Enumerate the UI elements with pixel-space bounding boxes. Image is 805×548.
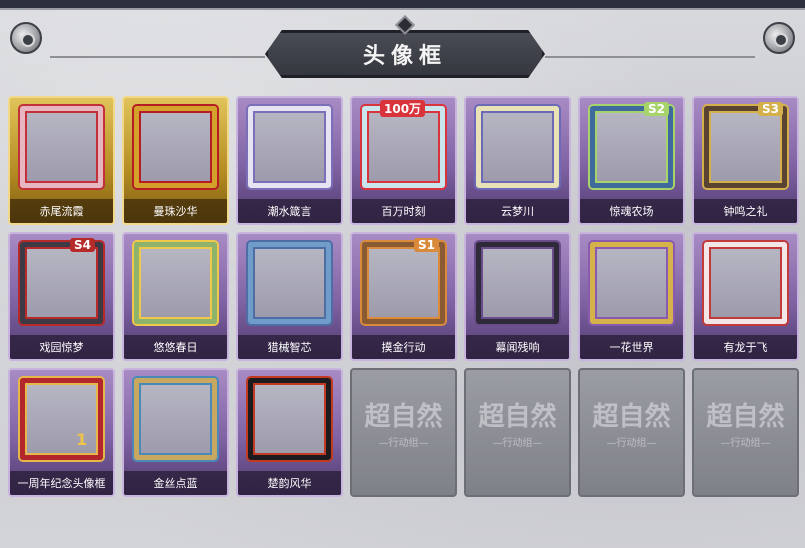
frame-preview (590, 106, 673, 188)
avatar-frame-card[interactable]: 幕闻残响 (464, 232, 571, 361)
frame-preview (20, 242, 103, 324)
avatar-frame-card[interactable]: 云梦川 (464, 96, 571, 225)
avatar-frame-card[interactable]: 金丝点蓝 (122, 368, 229, 497)
locked-watermark-sub: —行动组— (606, 438, 657, 449)
frame-preview (134, 378, 217, 460)
frame-label-bar: 悠悠春日 (124, 335, 227, 359)
locked-watermark-sub: —行动组— (492, 438, 543, 449)
frame-label-bar: 猎械智芯 (238, 335, 341, 359)
avatar-frame-card[interactable]: S2 惊魂农场 (578, 96, 685, 225)
frame-name-label: 钟鸣之礼 (723, 205, 768, 218)
locked-watermark: 超自然 (592, 402, 671, 432)
frame-preview (362, 106, 445, 188)
corner-ornament-right-icon (763, 22, 795, 54)
frame-name-label: 幕闻残响 (495, 341, 540, 354)
avatar-frame-card[interactable]: S4 戏园惊梦 (8, 232, 115, 361)
frame-preview (704, 242, 787, 324)
frame-label-bar: 潮水箴言 (238, 199, 341, 223)
avatar-frame-grid: 赤尾流霞 曼珠沙华 潮水箴言 100万 百万时刻 云梦川 S2 惊魂农场 S3 钟鸣之礼 S4 戏园惊… (8, 96, 799, 497)
avatar-frame-card[interactable]: 100万百万时刻 (350, 96, 457, 225)
frame-name-label: 摸金行动 (381, 341, 426, 354)
frame-name-label: 百万时刻 (381, 205, 426, 218)
frame-preview (704, 106, 787, 188)
avatar-frame-card[interactable]: S1 摸金行动 (350, 232, 457, 361)
frame-label-bar: 有龙于飞 (694, 335, 797, 359)
frame-preview (248, 242, 331, 324)
title-banner: 头像框 (265, 30, 545, 78)
locked-frame-card[interactable]: 超自然 —行动组— (578, 368, 685, 497)
frame-badge: 1 (76, 430, 88, 449)
frame-preview (476, 106, 559, 188)
frame-label-bar: 幕闻残响 (466, 335, 569, 359)
frame-badge: S2 (644, 102, 669, 116)
frame-preview (362, 242, 445, 324)
avatar-frame-card[interactable]: 一花世界 (578, 232, 685, 361)
page-title: 头像框 (362, 44, 447, 69)
corner-ornament-left-icon (10, 22, 42, 54)
frame-badge: S1 (414, 238, 439, 252)
avatar-frame-card[interactable]: 猎械智芯 (236, 232, 343, 361)
frame-badge: 100万 (380, 100, 426, 117)
frame-label-bar: 一花世界 (580, 335, 683, 359)
frame-preview (20, 378, 103, 460)
frame-label-bar: 钟鸣之礼 (694, 199, 797, 223)
locked-watermark: 超自然 (706, 402, 785, 432)
frame-label-bar: 赤尾流霞 (10, 199, 113, 223)
frame-name-label: 赤尾流霞 (39, 205, 84, 218)
avatar-frame-card[interactable]: 楚韵风华 (236, 368, 343, 497)
locked-frame-card[interactable]: 超自然 —行动组— (464, 368, 571, 497)
locked-watermark: 超自然 (478, 402, 557, 432)
frame-name-label: 潮水箴言 (267, 205, 312, 218)
locked-watermark-sub: —行动组— (378, 438, 429, 449)
avatar-frame-card[interactable]: 有龙于飞 (692, 232, 799, 361)
frame-badge: S4 (70, 238, 95, 252)
avatar-frame-card[interactable]: S3 钟鸣之礼 (692, 96, 799, 225)
frame-name-label: 金丝点蓝 (153, 477, 198, 490)
frame-preview (248, 378, 331, 460)
frame-label-bar: 曼珠沙华 (124, 199, 227, 223)
frame-name-label: 云梦川 (501, 205, 534, 218)
frame-preview (590, 242, 673, 324)
frame-name-label: 曼珠沙华 (153, 205, 198, 218)
frame-preview (134, 242, 217, 324)
frame-name-label: 惊魂农场 (609, 205, 654, 218)
locked-frame-card[interactable]: 超自然 —行动组— (692, 368, 799, 497)
frame-name-label: 猎械智芯 (267, 341, 312, 354)
frame-name-label: 悠悠春日 (153, 341, 198, 354)
frame-label-bar: 戏园惊梦 (10, 335, 113, 359)
locked-watermark-sub: —行动组— (720, 438, 771, 449)
frame-badge: S3 (758, 102, 783, 116)
avatar-frame-card[interactable]: 潮水箴言 (236, 96, 343, 225)
top-strip (0, 0, 805, 10)
frame-name-label: 有龙于飞 (723, 341, 768, 354)
frame-label-bar: 惊魂农场 (580, 199, 683, 223)
locked-watermark: 超自然 (364, 402, 443, 432)
frame-label-bar: 云梦川 (466, 199, 569, 223)
avatar-frame-card[interactable]: 曼珠沙华 (122, 96, 229, 225)
frame-name-label: 楚韵风华 (267, 477, 312, 490)
avatar-frame-card[interactable]: 1 一周年纪念头像框 (8, 368, 115, 497)
frame-preview (248, 106, 331, 188)
frame-label-bar: 楚韵风华 (238, 471, 341, 495)
frame-label-bar: 一周年纪念头像框 (10, 471, 113, 495)
frame-name-label: 一花世界 (609, 341, 654, 354)
avatar-frame-card[interactable]: 悠悠春日 (122, 232, 229, 361)
frame-preview (134, 106, 217, 188)
frame-name-label: 戏园惊梦 (39, 341, 84, 354)
locked-frame-card[interactable]: 超自然 —行动组— (350, 368, 457, 497)
ornament-line-left (50, 56, 265, 58)
ornament-line-right (545, 56, 755, 58)
frame-name-label: 一周年纪念头像框 (17, 477, 106, 490)
avatar-frame-card[interactable]: 赤尾流霞 (8, 96, 115, 225)
frame-label-bar: 金丝点蓝 (124, 471, 227, 495)
frame-preview (20, 106, 103, 188)
frame-preview (476, 242, 559, 324)
frame-label-bar: 摸金行动 (352, 335, 455, 359)
frame-label-bar: 百万时刻 (352, 199, 455, 223)
